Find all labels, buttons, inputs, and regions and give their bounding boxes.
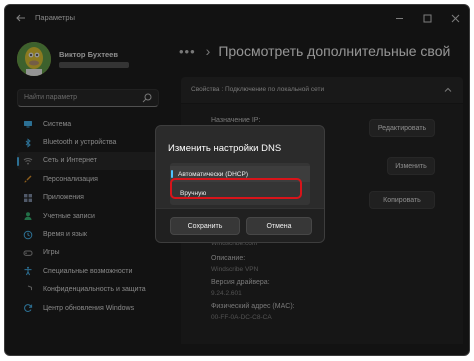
highlight-annotation bbox=[170, 178, 302, 199]
cancel-button[interactable]: Отмена bbox=[246, 217, 312, 235]
save-button[interactable]: Сохранить bbox=[170, 217, 240, 235]
settings-window: Параметры Виктор Бухтеев Найти параметр … bbox=[4, 4, 470, 356]
edit-dns-dialog: Изменить настройки DNS Автоматически (DH… bbox=[155, 125, 325, 243]
dialog-title: Изменить настройки DNS bbox=[168, 143, 282, 154]
dialog-footer: Сохранить Отмена bbox=[156, 208, 324, 242]
